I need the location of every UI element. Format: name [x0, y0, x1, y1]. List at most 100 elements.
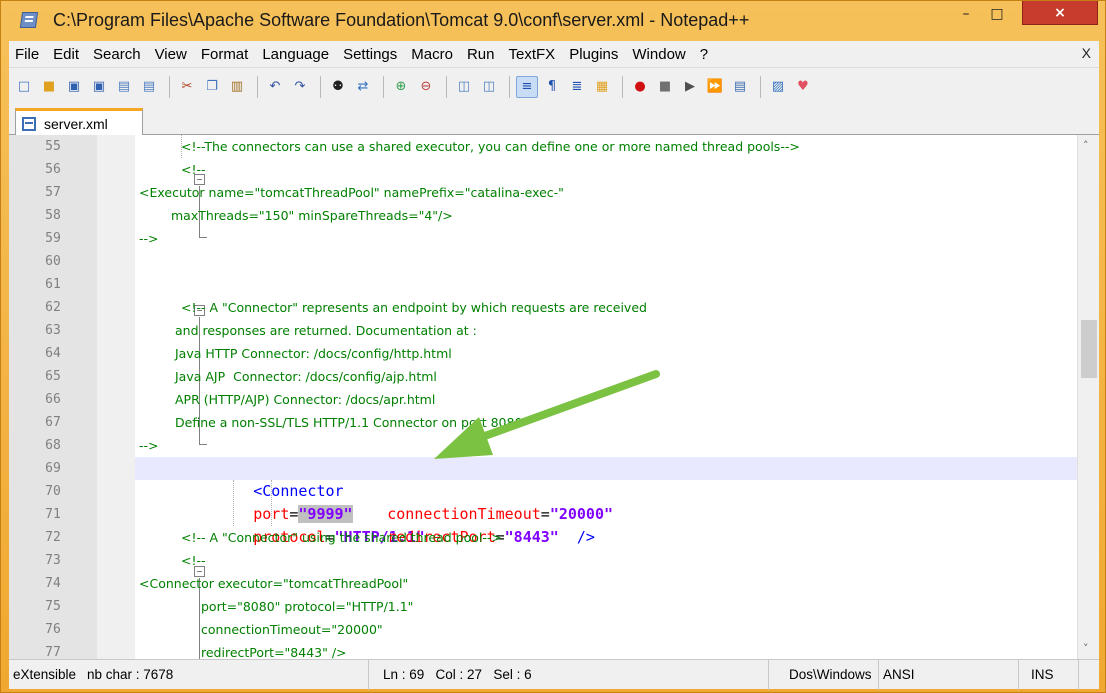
tab-server-xml[interactable]: server.xml	[15, 108, 143, 136]
file-icon	[22, 116, 36, 131]
editor-area[interactable]: 55 56 57 58 59 60 61 62 63 64 65 66 67 68 69 70 71 72 73 74…	[9, 135, 1099, 659]
cut-icon: ✂	[181, 79, 193, 94]
line-number: 62	[45, 300, 61, 315]
replace-button[interactable]: ⇄	[352, 76, 374, 98]
menu-search[interactable]: Search	[87, 46, 149, 63]
menu-format[interactable]: Format	[195, 46, 257, 63]
line-number: 63	[45, 323, 61, 338]
copy-button[interactable]: ❐	[201, 76, 223, 98]
close-document-button[interactable]: X	[1082, 45, 1091, 61]
menu-help[interactable]: ?	[694, 46, 716, 63]
maximize-button[interactable]: □	[983, 3, 1011, 25]
menu-textfx[interactable]: TextFX	[503, 46, 564, 63]
save-all-button[interactable]: ▣	[88, 76, 110, 98]
save-macro-icon: ▤	[733, 79, 747, 94]
toolbar-separator	[320, 75, 321, 98]
vertical-scrollbar[interactable]: ˄ ˅	[1077, 135, 1099, 659]
menu-run[interactable]: Run	[461, 46, 503, 63]
undo-button[interactable]: ↶	[264, 76, 286, 98]
open-file-button[interactable]: ■	[38, 76, 60, 98]
tidy-button[interactable]: ▨	[767, 76, 789, 98]
scroll-down-icon[interactable]: ˅	[1083, 642, 1089, 655]
zoom-in-icon: ⊕	[395, 79, 407, 94]
zoom-out-button[interactable]: ⊖	[415, 76, 437, 98]
sync-vertical-button[interactable]: ◫	[453, 76, 475, 98]
line-number: 74	[45, 576, 61, 591]
word-wrap-button[interactable]: ≡	[516, 75, 538, 98]
playback-macro-button[interactable]: ▶	[679, 76, 701, 98]
menu-view[interactable]: View	[149, 46, 195, 63]
scroll-up-icon[interactable]: ˄	[1083, 139, 1089, 152]
status-eol-format: Dos\Windows	[769, 660, 879, 690]
close-all-icon: ▤	[142, 79, 156, 94]
code-line-76: connectionTimeout="20000"	[201, 622, 383, 637]
playback-macro-icon: ▶	[685, 79, 695, 94]
replace-icon: ⇄	[357, 79, 369, 94]
tidy-icon: ▨	[771, 79, 785, 94]
toolbar-separator	[446, 75, 447, 98]
find-icon: ⚉	[332, 79, 344, 94]
code-line-72: <!-- A "Connector" using the shared thre…	[181, 530, 502, 545]
toolbar-separator	[622, 75, 623, 98]
undo-icon: ↶	[269, 79, 281, 94]
sync-horizontal-icon: ◫	[482, 79, 496, 94]
run-macro-multiple-button[interactable]: ⏩	[704, 76, 726, 98]
stop-record-button[interactable]: ■	[654, 76, 676, 98]
menu-edit[interactable]: Edit	[47, 46, 87, 63]
menu-file[interactable]: File	[9, 46, 47, 63]
line-number: 75	[45, 599, 61, 614]
code-line-68: -->	[139, 438, 159, 453]
close-window-button[interactable]: ×	[1022, 1, 1098, 25]
code-text[interactable]: <Connector port="9999" protocol="HTTP/1.…	[135, 135, 1077, 659]
paste-button[interactable]: ▥	[226, 76, 248, 98]
find-button[interactable]: ⚉	[327, 76, 349, 98]
new-file-button[interactable]: □	[13, 76, 35, 98]
code-line-71: redirectPort="8443" />	[315, 503, 595, 546]
status-encoding: ANSI	[879, 660, 1019, 690]
code-line-55: <!--The connectors can use a shared exec…	[181, 139, 800, 154]
close-button[interactable]: ▤	[113, 76, 135, 98]
code-line-62: <!-- A "Connector" represents an endpoin…	[181, 300, 647, 315]
heart-button[interactable]: ♥	[792, 76, 814, 98]
save-all-icon: ▣	[92, 79, 106, 94]
save-macro-button[interactable]: ▤	[729, 76, 751, 98]
menu-settings[interactable]: Settings	[337, 46, 405, 63]
stop-record-icon: ■	[658, 79, 672, 94]
line-number: 67	[45, 415, 61, 430]
code-line-58: maxThreads="150" minSpareThreads="4"/>	[171, 208, 453, 223]
close-icon: ×	[1054, 4, 1066, 21]
doc-map-button[interactable]: ▦	[591, 76, 613, 98]
line-number: 68	[45, 438, 61, 453]
notepadpp-app-icon[interactable]	[19, 12, 39, 28]
code-line-74: <Connector executor="tomcatThreadPool"	[139, 576, 409, 591]
menu-plugins[interactable]: Plugins	[563, 46, 626, 63]
line-number: 77	[45, 645, 61, 659]
line-number: 72	[45, 530, 61, 545]
cut-button[interactable]: ✂	[176, 76, 198, 98]
scrollbar-thumb[interactable]	[1081, 320, 1097, 378]
menu-language[interactable]: Language	[256, 46, 337, 63]
show-all-chars-button[interactable]: ¶	[541, 76, 563, 98]
code-line-69: <Connector port="9999" protocol="HTTP/1.…	[181, 457, 425, 546]
menu-window[interactable]: Window	[626, 46, 693, 63]
record-macro-button[interactable]: ●	[629, 76, 651, 98]
toolbar-separator	[169, 75, 170, 98]
line-number: 65	[45, 369, 61, 384]
fold-margin[interactable]	[97, 135, 207, 659]
redo-button[interactable]: ↷	[289, 76, 311, 98]
sync-horizontal-button[interactable]: ◫	[478, 76, 500, 98]
line-number: 64	[45, 346, 61, 361]
indent-guide-button[interactable]: ≣	[566, 76, 588, 98]
title-bar[interactable]: C:\Program Files\Apache Software Foundat…	[1, 1, 1106, 41]
save-button[interactable]: ▣	[63, 76, 85, 98]
minimize-button[interactable]: –	[952, 3, 980, 25]
indent-guide	[233, 480, 234, 526]
menu-macro[interactable]: Macro	[405, 46, 461, 63]
tag-close: />	[576, 528, 595, 546]
toolbar-separator	[509, 75, 510, 98]
zoom-out-icon: ⊖	[420, 79, 432, 94]
close-all-button[interactable]: ▤	[138, 76, 160, 98]
copy-icon: ❐	[206, 79, 218, 94]
code-line-75: port="8080" protocol="HTTP/1.1"	[201, 599, 414, 614]
zoom-in-button[interactable]: ⊕	[390, 76, 412, 98]
